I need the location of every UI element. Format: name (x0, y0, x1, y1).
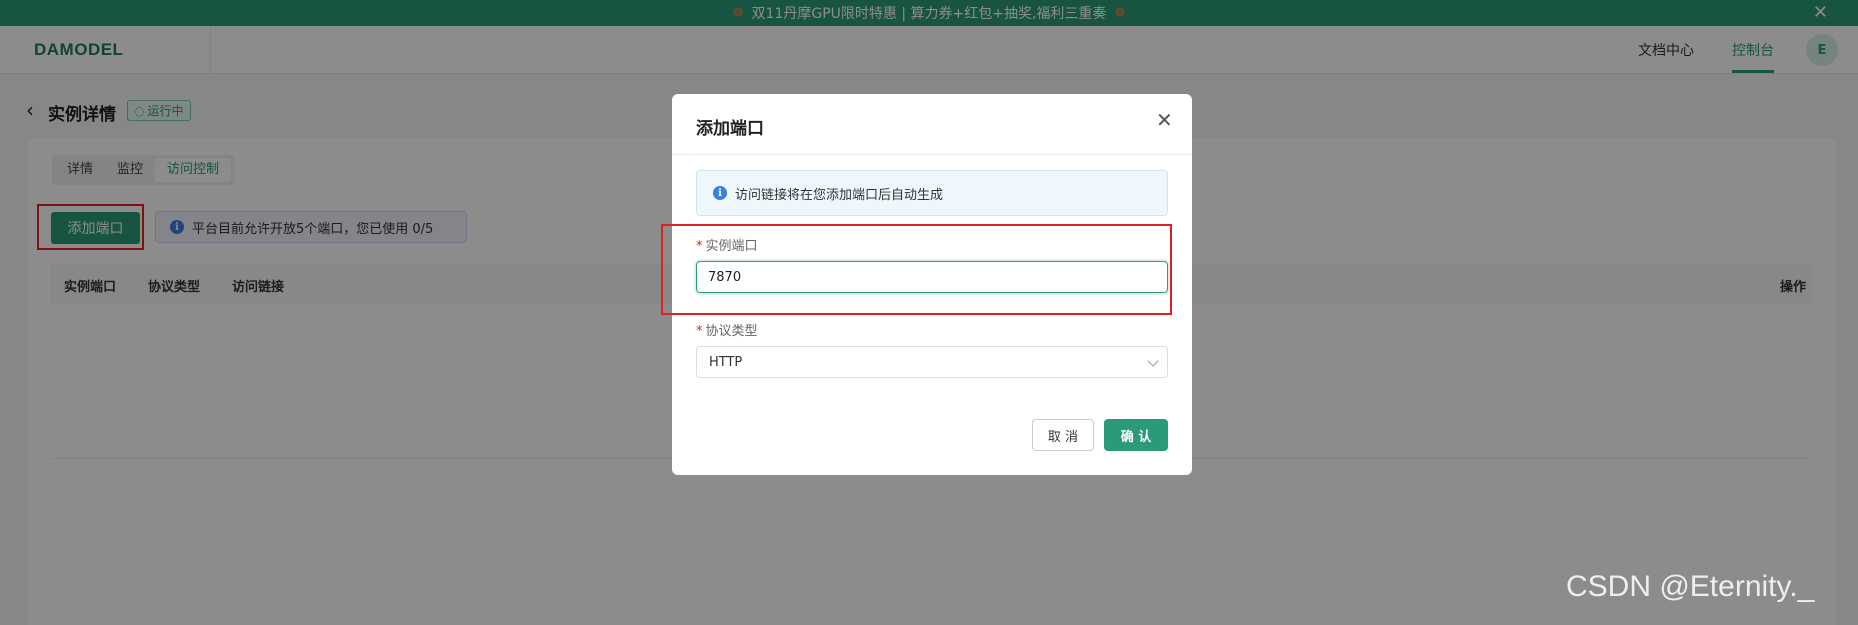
confirm-button[interactable]: 确 认 (1104, 419, 1168, 451)
port-field-label: * 实例端口 (696, 235, 758, 254)
port-input[interactable]: 7870 (696, 261, 1168, 293)
protocol-field-label: * 协议类型 (696, 320, 758, 339)
protocol-value: HTTP (709, 354, 743, 370)
dialog-info-alert: i 访问链接将在您添加端口后自动生成 (696, 170, 1168, 216)
required-mark: * (696, 324, 703, 339)
close-icon[interactable]: ✕ (1156, 108, 1173, 132)
watermark: CSDN @Eternity._ (1566, 570, 1815, 603)
add-port-dialog: 添加端口 ✕ i 访问链接将在您添加端口后自动生成 * 实例端口 7870 * 协议… (661, 94, 1192, 475)
divider (672, 154, 1192, 155)
required-mark: * (696, 239, 703, 254)
protocol-select[interactable]: HTTP (696, 346, 1168, 378)
dialog-title: 添加端口 (696, 119, 764, 139)
cancel-button[interactable]: 取 消 (1032, 419, 1094, 451)
port-value: 7870 (708, 269, 742, 285)
port-label-text: 实例端口 (705, 239, 758, 254)
dialog-info-text: 访问链接将在您添加端口后自动生成 (735, 187, 944, 203)
chevron-down-icon (1147, 355, 1159, 367)
protocol-label-text: 协议类型 (705, 324, 758, 339)
info-icon: i (713, 186, 727, 200)
